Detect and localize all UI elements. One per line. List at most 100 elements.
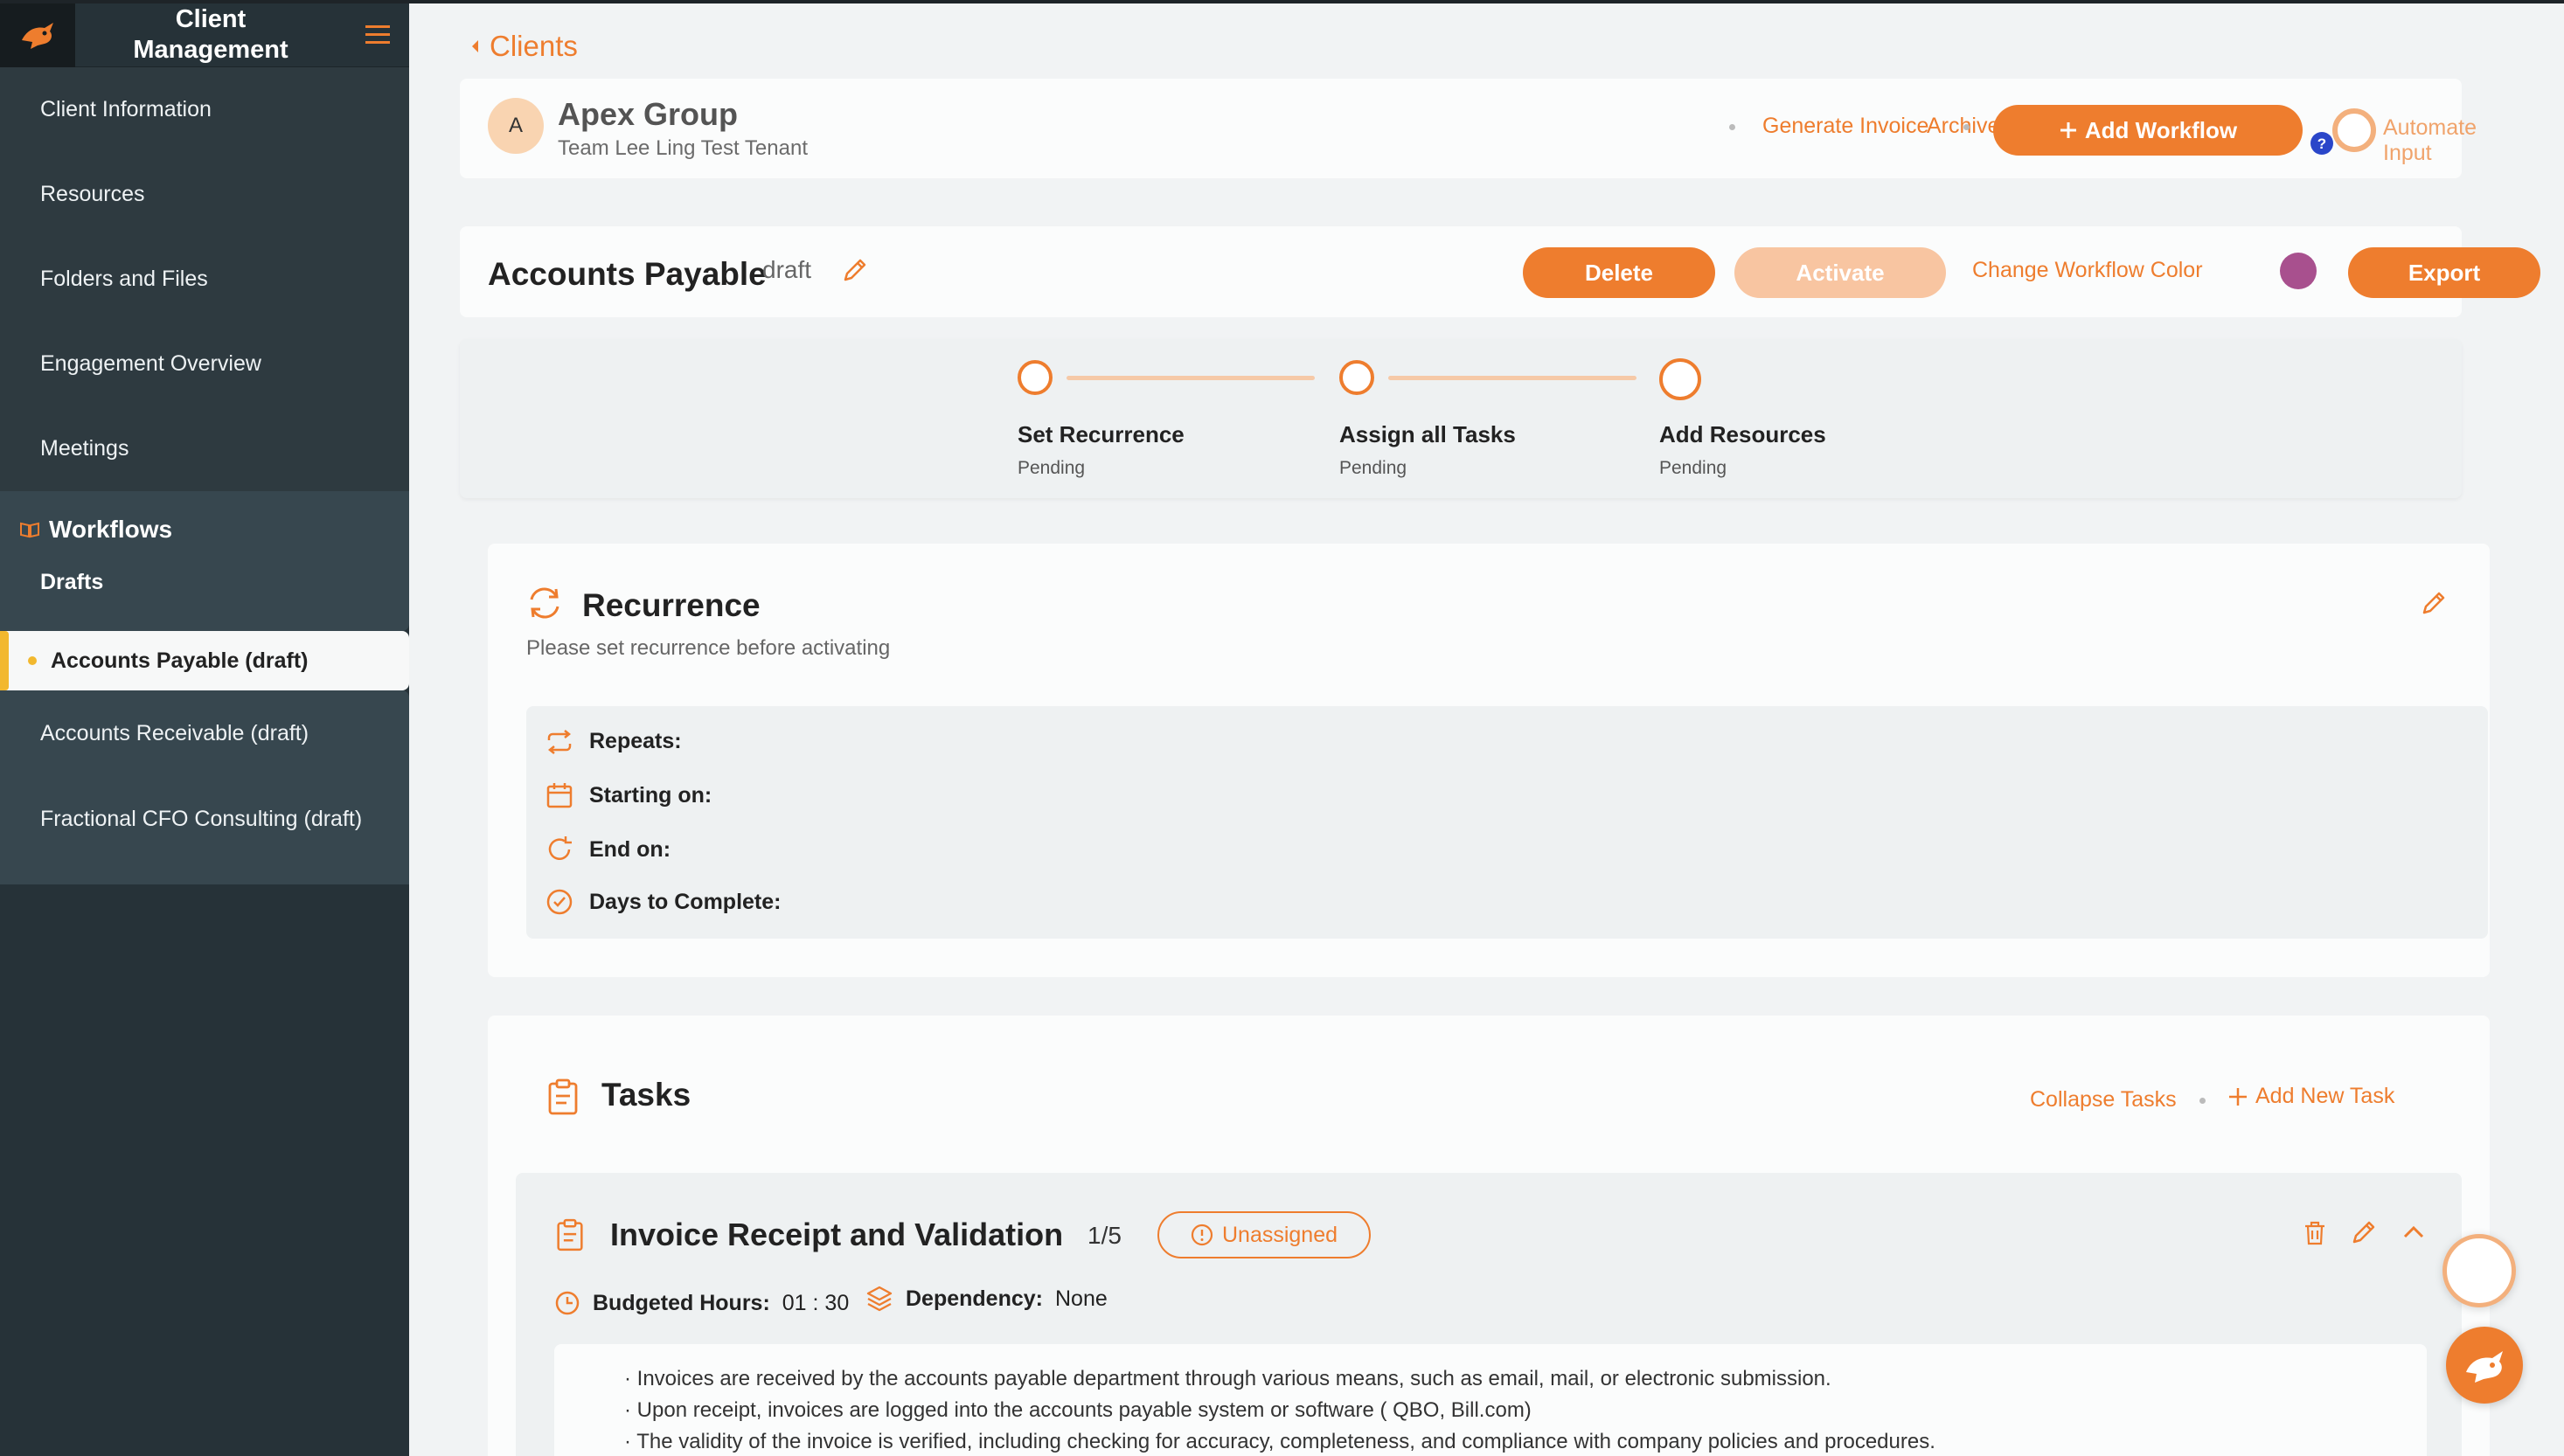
assignee-status-label: Unassigned <box>1221 1222 1338 1247</box>
collapse-tasks-link[interactable]: Collapse Tasks <box>2030 1087 2177 1113</box>
sidebar-drafts-list: Accounts Receivable (draft) Fractional C… <box>0 690 409 884</box>
sidebar: Client Management Client Information Res… <box>0 3 409 1456</box>
repeats-label: Repeats: <box>589 729 682 753</box>
separator-dot <box>1963 124 1970 130</box>
edit-workflow-name-icon[interactable] <box>841 256 869 284</box>
status-indicator-button[interactable] <box>2442 1234 2516 1307</box>
app-title-line2: Management <box>133 36 288 64</box>
step-label: Assign all Tasks <box>1339 421 1516 447</box>
tasks-title: Tasks <box>601 1077 691 1113</box>
separator-dot <box>2199 1098 2206 1104</box>
trash-icon[interactable] <box>2303 1220 2327 1246</box>
sidebar-item-resources[interactable]: Resources <box>0 152 409 237</box>
sidebar-item-label: Folders and Files <box>40 267 208 291</box>
client-header-card: A Apex Group Team Lee Ling Test Tenant A… <box>460 79 2477 178</box>
budgeted-hours: Budgeted Hours: 01 : 30 <box>554 1290 849 1316</box>
recurrence-details: Repeats: Starting on: End on: Days to Co… <box>526 706 2488 939</box>
starting-on-label: Starting on: <box>589 782 712 808</box>
sidebar-item-engagement-overview[interactable]: Engagement Overview <box>0 322 409 406</box>
main-content: Clients A Apex Group Team Lee Ling Test … <box>409 3 2564 1456</box>
assignee-status-badge[interactable]: Unassigned <box>1157 1211 1371 1258</box>
description-line: · Upon receipt, invoices are logged into… <box>624 1398 1532 1422</box>
assistant-bot-button[interactable] <box>2446 1327 2523 1404</box>
budgeted-hours-label: Budgeted Hours: <box>593 1290 770 1315</box>
app-title: Client Management <box>75 4 346 66</box>
back-label: Clients <box>490 30 578 62</box>
task-count: 1/5 <box>1087 1222 1122 1249</box>
hamburger-menu-icon[interactable] <box>346 25 409 45</box>
workflow-header-card: Accounts Payable draft Delete Activate C… <box>460 226 2540 317</box>
back-to-clients-link[interactable]: Clients <box>470 30 578 63</box>
export-button[interactable]: Export <box>2348 247 2540 298</box>
step-status: Pending <box>1659 458 1727 478</box>
add-new-task-link[interactable]: Add New Task <box>2227 1084 2394 1109</box>
days-to-complete-label: Days to Complete: <box>589 889 782 914</box>
sidebar-workflows-header[interactable]: Workflows <box>19 516 409 544</box>
sidebar-item-label: Resources <box>40 182 145 206</box>
task-item: Invoice Receipt and Validation 1/5 Unass… <box>516 1173 2462 1456</box>
sidebar-workflows-section: Workflows Drafts <box>0 491 409 631</box>
sidebar-client-nav: Client Information Resources Folders and… <box>0 67 409 491</box>
edit-recurrence-icon[interactable] <box>2420 589 2448 617</box>
sidebar-item-meetings[interactable]: Meetings <box>0 406 409 491</box>
step-label: Set Recurrence <box>1018 421 1185 447</box>
change-workflow-color-link[interactable]: Change Workflow Color <box>1972 258 2203 283</box>
automate-input-toggle[interactable] <box>2331 107 2378 154</box>
sidebar-item-accounts-payable[interactable]: Accounts Payable (draft) <box>0 631 409 690</box>
description-line: · Invoices are received by the accounts … <box>624 1367 1831 1390</box>
activate-button[interactable]: Activate <box>1734 247 1946 298</box>
sidebar-item-label: Accounts Receivable (draft) <box>40 720 309 745</box>
workflow-title: Accounts Payable <box>488 256 767 292</box>
separator-dot <box>1729 124 1735 130</box>
sidebar-item-label: Accounts Payable (draft) <box>51 648 309 673</box>
workflow-color-swatch[interactable] <box>2280 253 2317 289</box>
dependency-value: None <box>1054 1286 1108 1311</box>
sidebar-item-accounts-receivable[interactable]: Accounts Receivable (draft) <box>0 690 409 776</box>
recurrence-title: Recurrence <box>582 587 761 623</box>
sidebar-item-label: Client Information <box>40 97 212 121</box>
sidebar-item-label: Meetings <box>40 436 129 461</box>
description-line: · The validity of the invoice is verifie… <box>624 1430 1935 1453</box>
workflow-progress-steps: Set Recurrence Pending Assign all Tasks … <box>460 339 2462 498</box>
add-workflow-button[interactable]: Add Workflow <box>1993 105 2303 156</box>
client-name: Apex Group <box>558 96 739 132</box>
budgeted-hours-value: 01 : 30 <box>782 1290 850 1315</box>
step-connector <box>1067 376 1315 380</box>
sidebar-item-folders-files[interactable]: Folders and Files <box>0 237 409 322</box>
delete-button[interactable]: Delete <box>1523 247 1715 298</box>
edit-task-icon[interactable] <box>2350 1218 2378 1246</box>
clock-icon <box>554 1290 580 1316</box>
chevron-up-icon[interactable] <box>2402 1224 2425 1239</box>
client-tenant: Team Lee Ling Test Tenant <box>558 136 808 160</box>
step-status: Pending <box>1018 458 1086 478</box>
days-to-complete-row: Days to Complete: <box>545 888 781 916</box>
layers-icon <box>865 1285 893 1313</box>
step-circle-resources <box>1659 358 1701 400</box>
sidebar-item-label: Engagement Overview <box>40 351 261 376</box>
rotate-icon <box>545 835 573 863</box>
generate-invoice-link[interactable]: Generate Invoice <box>1762 114 1928 139</box>
drafts-label: Drafts <box>40 570 104 594</box>
workflows-label: Workflows <box>49 516 173 543</box>
plus-icon <box>2059 121 2078 140</box>
dependency-label: Dependency: <box>906 1286 1043 1311</box>
avatar: A <box>488 98 544 154</box>
sidebar-item-label: Fractional CFO Consulting (draft) <box>40 806 363 831</box>
sidebar-item-fractional-cfo[interactable]: Fractional CFO Consulting (draft) <box>0 776 409 862</box>
svg-text:?: ? <box>2317 135 2326 152</box>
task-description: · Invoices are received by the accounts … <box>554 1344 2427 1456</box>
step-status: Pending <box>1339 458 1407 478</box>
recurrence-subtitle: Please set recurrence before activating <box>526 636 891 660</box>
starting-on-row: Starting on: <box>545 781 712 809</box>
recurrence-card: Recurrence Please set recurrence before … <box>488 544 2490 977</box>
step-label: Add Resources <box>1659 421 1826 447</box>
refresh-icon <box>526 586 563 621</box>
check-circle-icon <box>545 888 573 916</box>
tasks-card: Tasks Collapse Tasks Add New Task Invoic… <box>488 1016 2490 1456</box>
step-circle-recurrence <box>1018 360 1053 395</box>
app-logo-icon[interactable] <box>0 3 75 67</box>
sidebar-item-client-information[interactable]: Client Information <box>0 67 409 152</box>
add-new-task-label: Add New Task <box>2255 1084 2395 1108</box>
calendar-icon <box>545 781 573 809</box>
dependency: Dependency: None <box>865 1285 1108 1313</box>
